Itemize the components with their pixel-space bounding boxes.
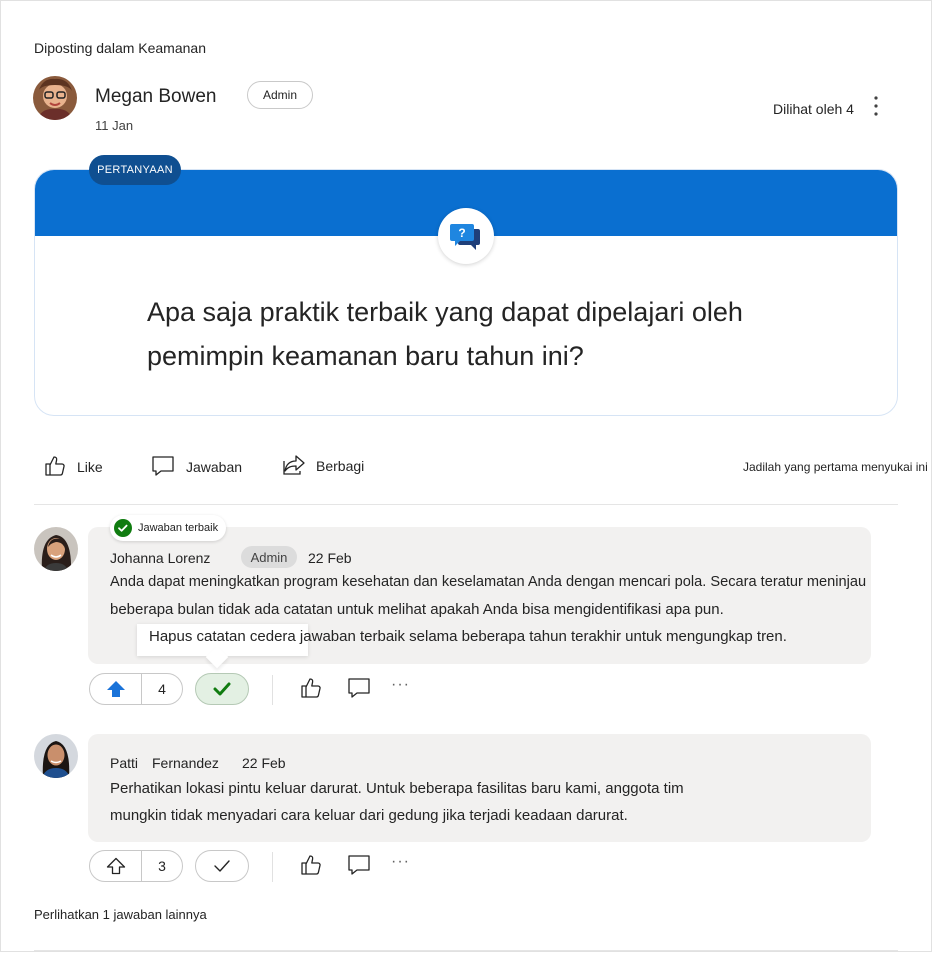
- upvote-button[interactable]: [90, 674, 142, 704]
- reply-date-patti: 22 Feb: [242, 755, 286, 771]
- share-button[interactable]: Berbagi: [282, 453, 364, 479]
- upvote-icon: [106, 857, 126, 875]
- vote-count: 4: [158, 681, 166, 697]
- upvote-button[interactable]: [90, 851, 142, 881]
- reply-date-johanna: 22 Feb: [308, 550, 352, 566]
- reply-comment-button[interactable]: [345, 851, 373, 879]
- question-text: Apa saja praktik terbaik yang dapat dipe…: [147, 297, 743, 371]
- toolbar-separator: [272, 852, 273, 882]
- author-name[interactable]: Megan Bowen: [95, 86, 216, 108]
- more-horizontal-icon[interactable]: ···: [391, 853, 410, 871]
- mark-best-answer-button[interactable]: [195, 673, 249, 705]
- checkmark-icon: [213, 859, 231, 873]
- reply-like-button[interactable]: [297, 674, 325, 702]
- reply-text-johanna-line2: beberapa bulan tidak ada catatan untuk m…: [110, 601, 724, 618]
- more-horizontal-icon[interactable]: ···: [391, 676, 410, 694]
- reply-admin-badge: Admin: [241, 546, 297, 568]
- reply-avatar-patti[interactable]: [34, 734, 78, 778]
- share-label: Berbagi: [316, 458, 365, 474]
- comment-icon: [347, 853, 371, 877]
- author-admin-badge: Admin: [247, 81, 313, 109]
- check-circle-icon: [114, 519, 132, 537]
- actions-divider: [34, 504, 898, 505]
- vote-count: 3: [158, 858, 166, 874]
- reply-avatar-johanna[interactable]: [34, 527, 78, 571]
- reply-author-patti-last[interactable]: Fernandez: [152, 755, 219, 771]
- share-icon: [282, 453, 308, 479]
- author-avatar[interactable]: [33, 76, 77, 120]
- reply-label: Jawaban: [186, 459, 243, 475]
- like-icon: [43, 454, 69, 480]
- reply-text-patti-line2: mungkin tidak menyadari cara keluar dari…: [110, 807, 628, 824]
- reply-text-patti-line1: Perhatikan lokasi pintu keluar darurat. …: [110, 780, 684, 797]
- comment-icon: [151, 454, 177, 480]
- best-answer-badge: Jawaban terbaik: [110, 515, 226, 541]
- vote-group-patti: 3: [89, 850, 183, 882]
- first-like-text: Jadilah yang pertama menyukai ini: [743, 460, 928, 474]
- question-chat-icon: ?: [438, 208, 494, 264]
- toolbar-separator: [272, 675, 273, 705]
- reply-text-johanna-line1: Anda dapat meningkatkan program kesehata…: [110, 574, 867, 590]
- reply-comment-button[interactable]: [345, 674, 373, 702]
- post-date: 11 Jan: [95, 118, 134, 133]
- like-label: Like: [77, 459, 103, 475]
- bottom-divider: [34, 950, 898, 951]
- mark-best-answer-button[interactable]: [195, 850, 249, 882]
- more-vertical-icon[interactable]: [868, 94, 884, 118]
- like-button[interactable]: Like: [43, 454, 103, 480]
- reply-like-button[interactable]: [297, 851, 325, 879]
- like-icon: [299, 676, 323, 700]
- reply-text-johanna-line3: Hapus catatan cedera jawaban terbaik sel…: [149, 628, 787, 645]
- question-tag: PERTANYAAN: [89, 155, 181, 185]
- checkmark-icon: [213, 682, 231, 696]
- like-icon: [299, 853, 323, 877]
- show-more-replies-link[interactable]: Perlihatkan 1 jawaban lainnya: [34, 907, 207, 922]
- comment-icon: [347, 676, 371, 700]
- upvote-icon: [106, 680, 126, 698]
- reply-author-patti-first[interactable]: Patti: [110, 755, 138, 771]
- best-answer-label: Jawaban terbaik: [138, 522, 219, 534]
- posted-in-label: Diposting dalam Keamanan: [34, 40, 206, 56]
- svg-text:?: ?: [458, 226, 465, 240]
- vote-group-johanna: 4: [89, 673, 183, 705]
- reply-author-johanna[interactable]: Johanna Lorenz: [110, 550, 210, 566]
- reply-button[interactable]: Jawaban: [151, 454, 242, 480]
- seen-by-count[interactable]: Dilihat oleh 4: [773, 101, 854, 117]
